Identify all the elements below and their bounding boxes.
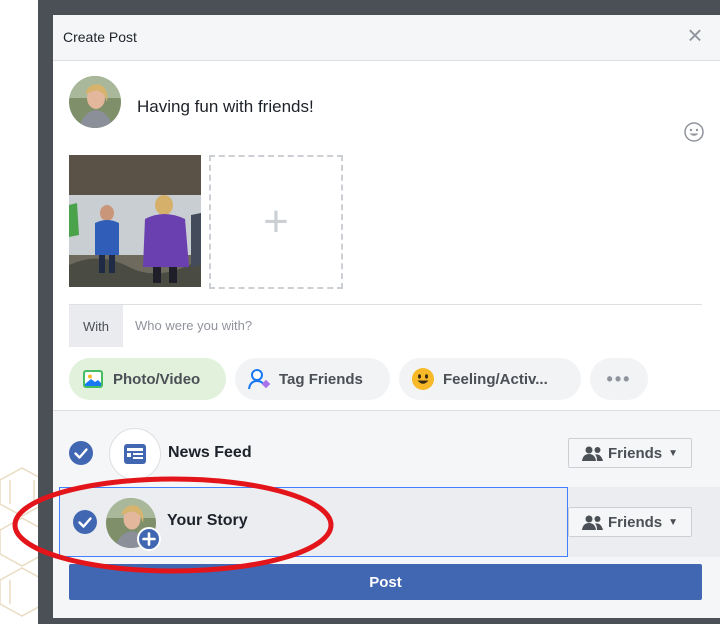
feeling-activity-button[interactable]: Feeling/Activ... bbox=[399, 358, 581, 400]
tag-friends-label: Tag Friends bbox=[279, 370, 363, 388]
chevron-down-icon: ▼ bbox=[668, 447, 679, 459]
tag-friends-icon bbox=[248, 369, 271, 390]
your-story-check-icon[interactable] bbox=[73, 510, 97, 534]
with-input[interactable] bbox=[135, 318, 635, 333]
photo-icon bbox=[83, 370, 103, 388]
add-photo-button[interactable]: + bbox=[209, 155, 343, 289]
more-icon: ••• bbox=[606, 368, 632, 389]
your-story-privacy-label: Friends bbox=[607, 513, 663, 531]
post-button[interactable]: Post bbox=[69, 564, 702, 600]
friends-icon bbox=[581, 515, 603, 530]
add-story-icon bbox=[137, 527, 161, 551]
news-feed-label: News Feed bbox=[168, 444, 252, 461]
plus-icon: + bbox=[263, 197, 289, 246]
your-story-privacy-button[interactable]: Friends ▼ bbox=[568, 507, 692, 537]
chevron-down-icon: ▼ bbox=[668, 516, 679, 528]
feeling-icon bbox=[412, 368, 434, 390]
photo-video-label: Photo/Video bbox=[113, 370, 201, 388]
tag-friends-button[interactable]: Tag Friends bbox=[235, 358, 390, 400]
attached-photo[interactable] bbox=[69, 155, 201, 287]
news-feed-privacy-button[interactable]: Friends ▼ bbox=[568, 438, 692, 468]
with-label: With bbox=[69, 305, 123, 347]
dialog-title: Create Post bbox=[63, 29, 137, 45]
more-options-button[interactable]: ••• bbox=[590, 358, 648, 400]
your-story-label: Your Story bbox=[167, 512, 248, 529]
photo-video-button[interactable]: Photo/Video bbox=[69, 358, 226, 400]
friends-icon bbox=[581, 446, 603, 461]
emoji-icon[interactable] bbox=[683, 121, 705, 143]
news-feed-check-icon[interactable] bbox=[69, 441, 93, 465]
news-feed-icon bbox=[124, 444, 146, 464]
feeling-activity-label: Feeling/Activ... bbox=[443, 370, 548, 388]
close-icon[interactable]: × bbox=[684, 22, 706, 48]
news-feed-privacy-label: Friends bbox=[607, 444, 663, 462]
news-feed-icon-wrapper bbox=[109, 428, 161, 480]
with-row: With bbox=[69, 304, 702, 347]
dialog-header: Create Post × bbox=[53, 15, 720, 61]
avatar bbox=[69, 76, 121, 128]
status-text[interactable]: Having fun with friends! bbox=[137, 97, 314, 117]
create-post-dialog: Create Post × Having fun with friends! +… bbox=[53, 15, 720, 618]
